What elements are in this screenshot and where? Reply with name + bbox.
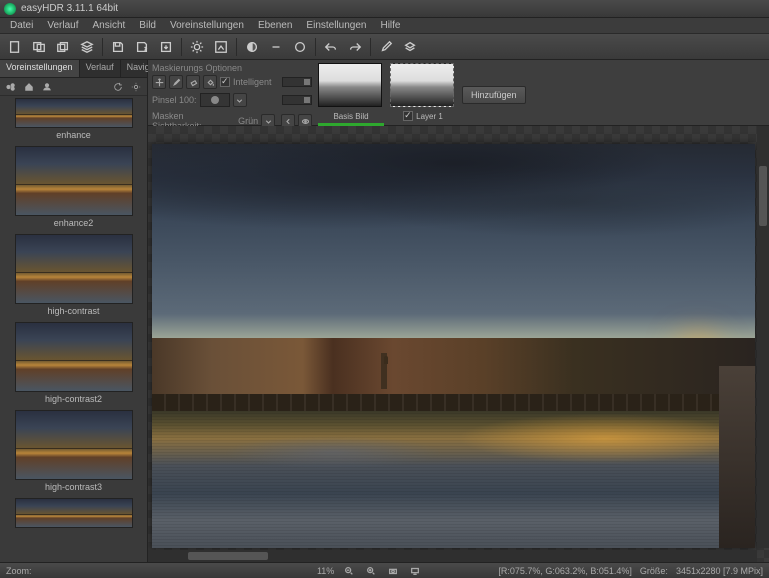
brush-icon[interactable]	[375, 37, 397, 57]
preset-toolbar	[0, 78, 147, 96]
menu-bild[interactable]: Bild	[133, 19, 162, 32]
image-canvas[interactable]	[152, 144, 755, 548]
zoom-in-icon[interactable]	[364, 565, 378, 577]
preset-label: high-contrast3	[6, 482, 141, 492]
preset-list[interactable]: enhance enhance2 high-contrast high-cont…	[0, 96, 147, 562]
menubar: Datei Verlauf Ansicht Bild Voreinstellun…	[0, 18, 769, 34]
preset-item[interactable]: enhance2	[6, 146, 141, 228]
size-label: Größe:	[640, 566, 668, 576]
layer-visible-checkbox[interactable]	[403, 111, 413, 121]
menu-datei[interactable]: Datei	[4, 19, 39, 32]
zoom-out-icon[interactable]	[342, 565, 356, 577]
sidebar: Voreinstellungen Verlauf Navigator enhan…	[0, 60, 148, 562]
mask-panel: Maskierungs Optionen Intelligent Pinsel …	[148, 60, 769, 126]
save-icon[interactable]	[107, 37, 129, 57]
preset-gear-icon[interactable]	[128, 80, 144, 94]
layer-name: Layer 1	[416, 112, 443, 121]
window-title: easyHDR 3.11.1 64bit	[21, 3, 118, 14]
preset-thumb[interactable]	[15, 146, 133, 216]
intelligent-label: Intelligent	[233, 77, 272, 87]
mask-tool-move-icon[interactable]	[152, 75, 166, 89]
camera-icon[interactable]	[386, 565, 400, 577]
size-value: 3451x2280 [7.9 MPix]	[676, 566, 763, 576]
menu-ansicht[interactable]: Ansicht	[87, 19, 132, 32]
intelligent-slider[interactable]	[282, 77, 312, 87]
preset-item[interactable]: high-contrast2	[6, 322, 141, 404]
statusbar: Zoom: 11% [R:075.7%, G:063.2%, B:051.4%]…	[0, 562, 769, 578]
menu-ebenen[interactable]: Ebenen	[252, 19, 298, 32]
main-toolbar	[0, 34, 769, 60]
brush-shape-select[interactable]	[200, 93, 230, 107]
brush-size-label: Pinsel 100:	[152, 95, 197, 105]
brush-dropdown-icon[interactable]	[233, 93, 247, 107]
preset-label: enhance2	[6, 218, 141, 228]
brush-size-slider[interactable]	[282, 95, 312, 105]
add-layer-button[interactable]: Hinzufügen	[462, 86, 526, 104]
preset-item[interactable]: high-contrast3	[6, 410, 141, 492]
preset-refresh-icon[interactable]	[110, 80, 126, 94]
preset-user-icon[interactable]	[39, 80, 55, 94]
preset-item[interactable]	[6, 498, 141, 528]
image-adjust-icon[interactable]	[210, 37, 232, 57]
layer-1[interactable]: Layer 1	[390, 63, 456, 123]
preset-thumb[interactable]	[15, 410, 133, 480]
new-icon[interactable]	[4, 37, 26, 57]
app-logo-icon	[4, 3, 16, 15]
layer-thumb[interactable]	[318, 63, 382, 107]
mask-tool-brush-icon[interactable]	[169, 75, 183, 89]
rgb-readout: [R:075.7%, G:063.2%, B:051.4%]	[498, 566, 632, 576]
redo-icon[interactable]	[344, 37, 366, 57]
layer-caption: Basis Bild	[318, 109, 384, 123]
circle-icon[interactable]	[289, 37, 311, 57]
minus-icon[interactable]	[265, 37, 287, 57]
mask-tool-fill-icon[interactable]	[203, 75, 217, 89]
canvas-area	[148, 126, 769, 562]
images-icon[interactable]	[28, 37, 50, 57]
menu-hilfe[interactable]: Hilfe	[374, 19, 406, 32]
menu-einstellungen[interactable]: Einstellungen	[300, 19, 372, 32]
preset-thumb[interactable]	[15, 98, 133, 128]
workspace: Maskierungs Optionen Intelligent Pinsel …	[148, 60, 769, 562]
visibility-value: Grün	[238, 116, 258, 126]
zoom-label: Zoom:	[6, 566, 32, 576]
layer-strip: Basis Bild Layer 1 Hinzufügen	[318, 63, 765, 126]
monitor-icon[interactable]	[408, 565, 422, 577]
zoom-value: 11%	[317, 566, 334, 576]
tab-verlauf[interactable]: Verlauf	[80, 60, 121, 77]
preset-label: high-contrast2	[6, 394, 141, 404]
preset-item[interactable]: enhance	[6, 98, 141, 140]
preset-home-icon[interactable]	[21, 80, 37, 94]
contrast-icon[interactable]	[241, 37, 263, 57]
layer-thumb[interactable]	[390, 63, 454, 107]
preset-thumb[interactable]	[15, 322, 133, 392]
preset-label: high-contrast	[6, 306, 141, 316]
preset-item[interactable]: high-contrast	[6, 234, 141, 316]
layers-icon[interactable]	[76, 37, 98, 57]
tab-voreinstellungen[interactable]: Voreinstellungen	[0, 60, 80, 77]
preset-group-icon[interactable]	[3, 80, 19, 94]
titlebar: easyHDR 3.11.1 64bit	[0, 0, 769, 18]
sidebar-tabs: Voreinstellungen Verlauf Navigator	[0, 60, 147, 78]
export-icon[interactable]	[155, 37, 177, 57]
mask-tool-eraser-icon[interactable]	[186, 75, 200, 89]
layer-base[interactable]: Basis Bild	[318, 63, 384, 126]
preset-label: enhance	[6, 130, 141, 140]
gear-icon[interactable]	[186, 37, 208, 57]
stack-icon[interactable]	[52, 37, 74, 57]
horizontal-scrollbar[interactable]	[148, 550, 757, 562]
intelligent-checkbox[interactable]	[220, 77, 230, 87]
layer-caption: Layer 1	[390, 109, 456, 123]
preset-thumb[interactable]	[15, 234, 133, 304]
save-as-icon[interactable]	[131, 37, 153, 57]
menu-voreinstellungen[interactable]: Voreinstellungen	[164, 19, 250, 32]
menu-verlauf[interactable]: Verlauf	[41, 19, 84, 32]
undo-icon[interactable]	[320, 37, 342, 57]
vertical-scrollbar[interactable]	[757, 126, 769, 548]
layers2-icon[interactable]	[399, 37, 421, 57]
preset-thumb[interactable]	[15, 498, 133, 528]
mask-header: Maskierungs Optionen	[152, 63, 312, 73]
